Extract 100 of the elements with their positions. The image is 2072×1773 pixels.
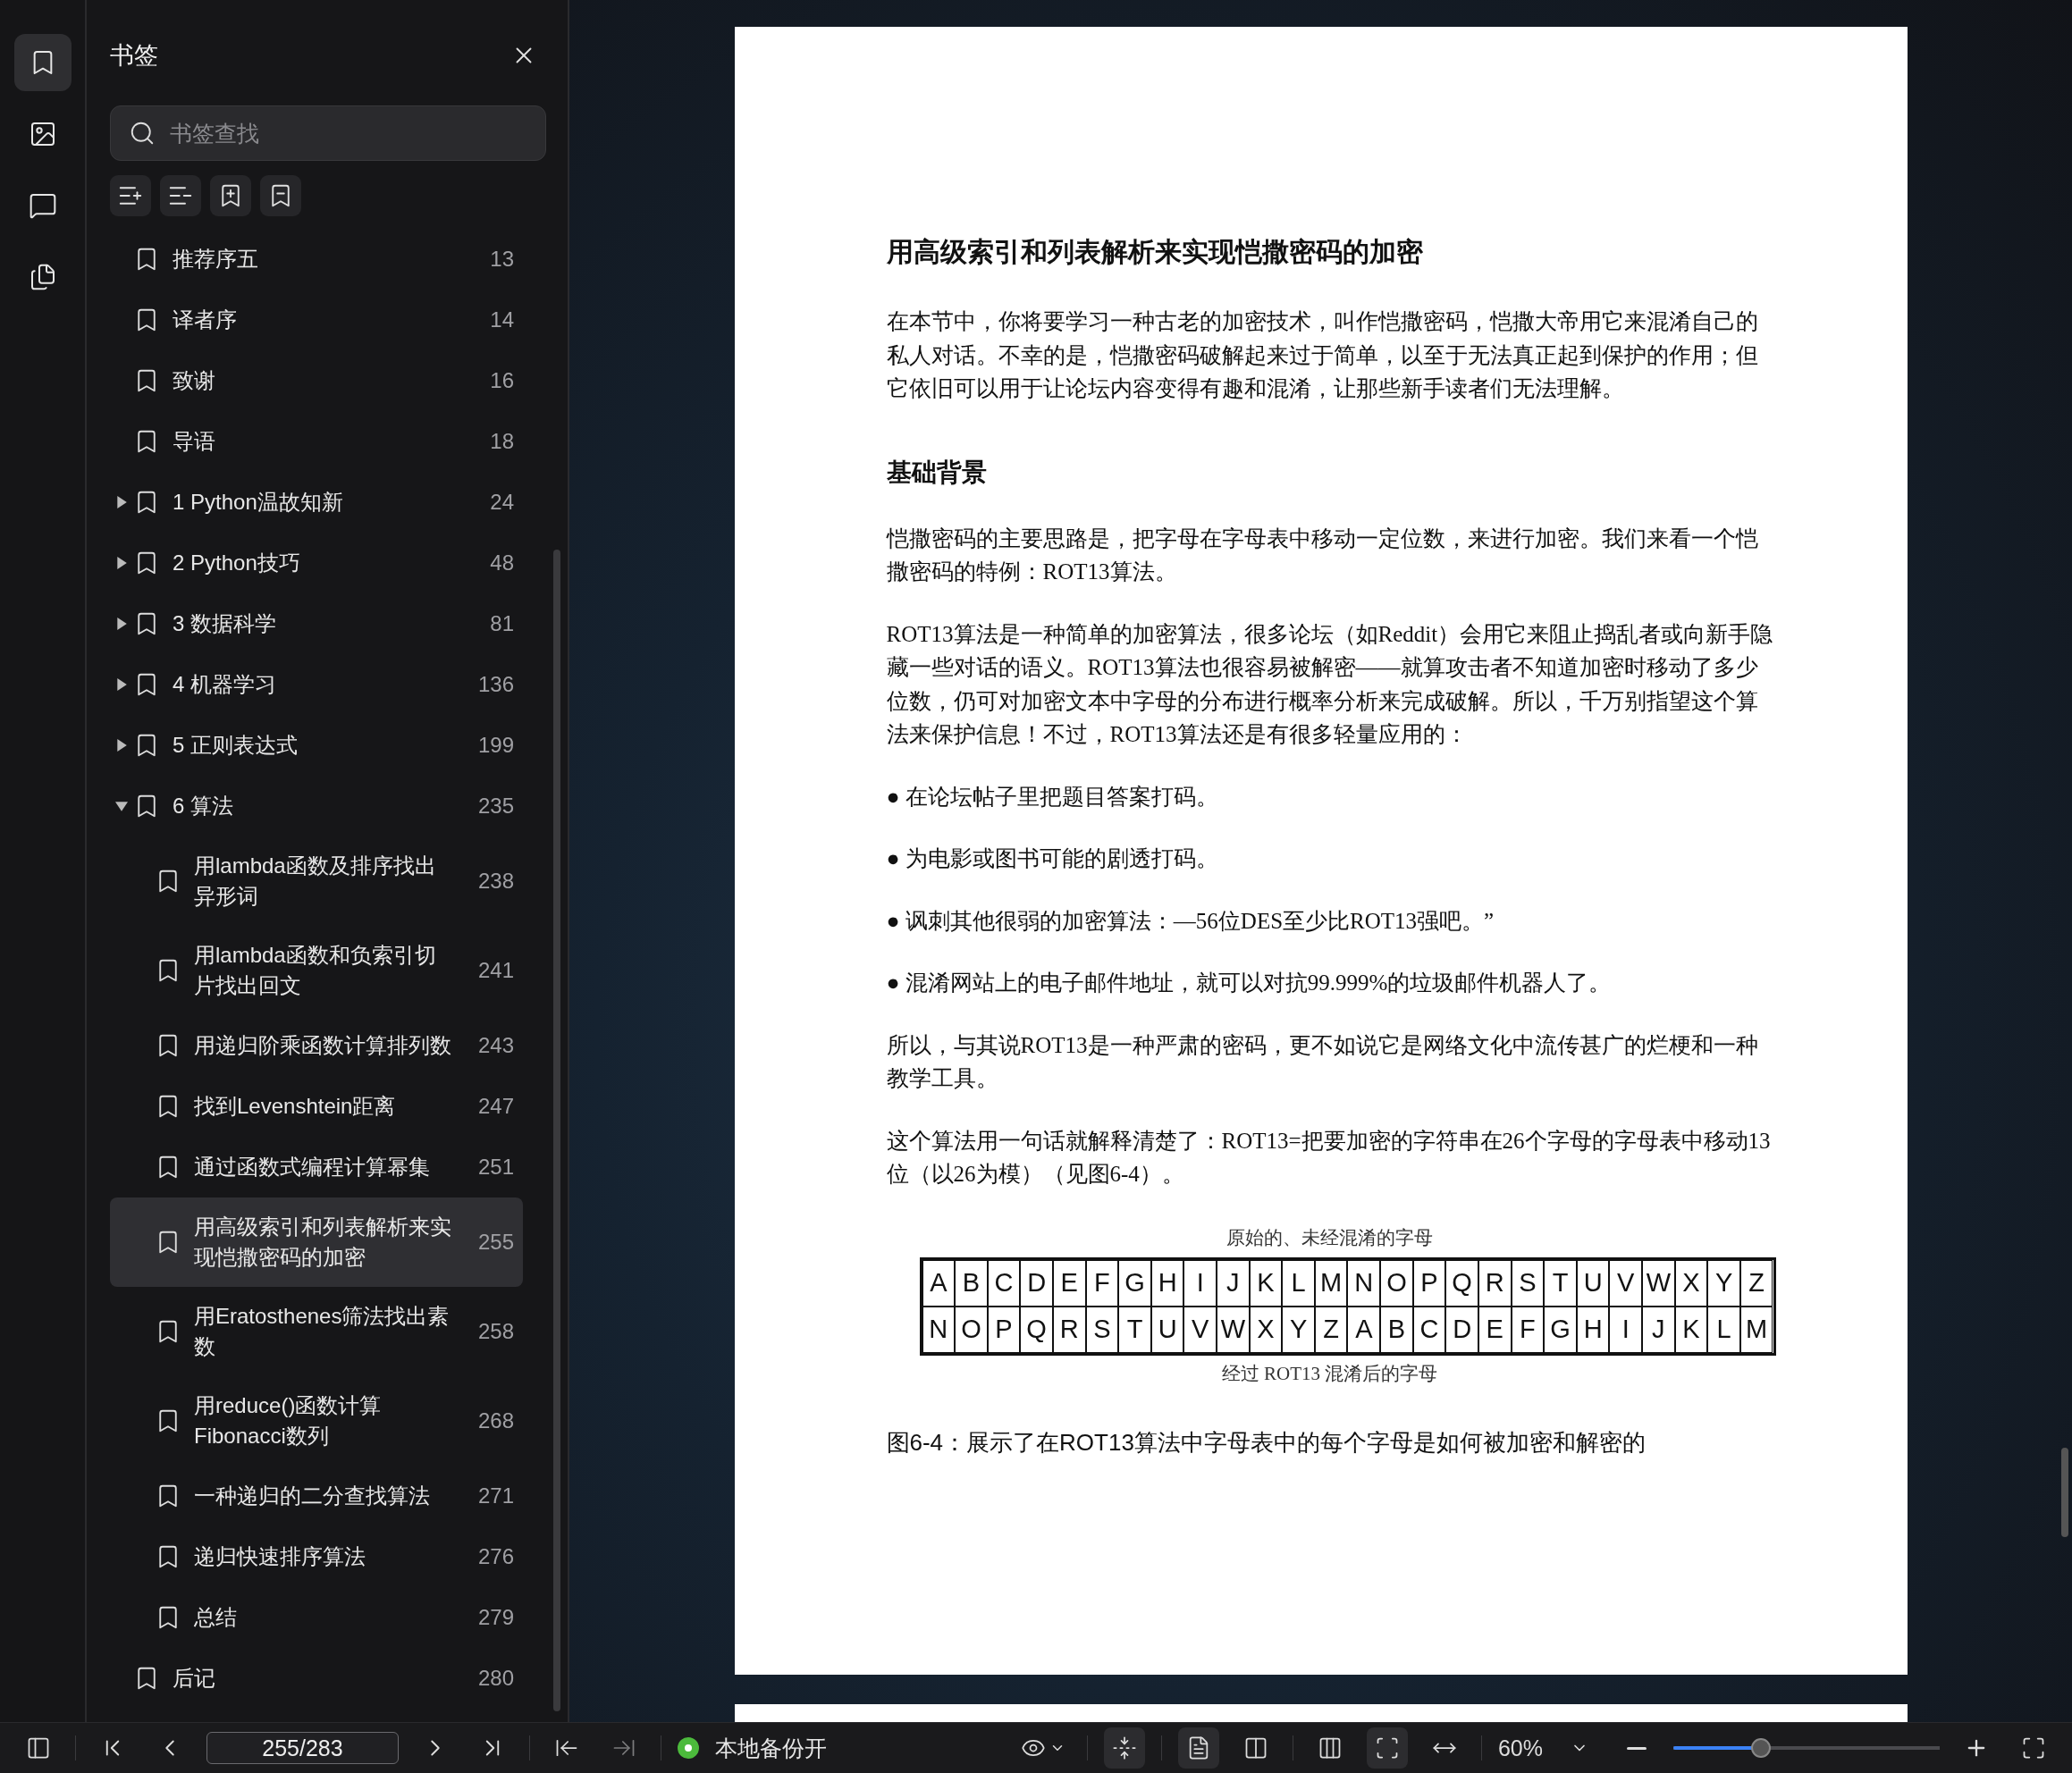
zoom-value: 60% [1497, 1735, 1543, 1761]
table-cell: F [1085, 1259, 1119, 1307]
table-cell: K [1674, 1306, 1708, 1353]
paragraph: ● 讽刺其他很弱的加密算法：—56位DES至少比ROT13强吧。” [886, 907, 1495, 935]
table-cell: P [987, 1306, 1021, 1353]
table-cell: J [1217, 1259, 1250, 1307]
search-input[interactable]: 书签查找 [168, 119, 527, 147]
table-cell: X [1249, 1306, 1283, 1353]
page-number: 247 [476, 1094, 514, 1119]
page-number: 255 [476, 1230, 514, 1255]
bookmark-label: 3 数据科学 [173, 610, 277, 637]
table-cell: R [1478, 1259, 1512, 1307]
paragraph: 在本节中，你将要学习一种古老的加密技术，叫作恺撒密码，恺撒大帝用它来混淆自己的私人对话。不幸的是，恺撒密码破解起来过于简单，以至于无法真正起到保护的作用；但它依旧可以用于让论坛内容变得有趣和混淆，让那些新手读者们无法理解。 [886, 308, 1759, 402]
bookmark-item[interactable]: 找到Levenshtein距离 247 [110, 1076, 523, 1137]
table-cell: Y [1282, 1306, 1315, 1353]
bookmark-label: 5 正则表达式 [173, 732, 299, 759]
table-cell: Z [1739, 1259, 1773, 1307]
bookmark-item[interactable]: 用reduce()函数计算Fibonacci数列 268 [110, 1376, 523, 1466]
figure-caption: 图6-4：展示了在ROT13算法中字母表中的每个字母是如何被加密和解密的 [886, 1427, 1647, 1458]
bookmark-label: 用Eratosthenes筛法找出素数 [194, 1303, 451, 1360]
page-number: 199 [476, 733, 514, 758]
bookmark-label: 致谢 [173, 367, 216, 394]
table-cell: J [1642, 1306, 1675, 1353]
table-cell: E [1478, 1306, 1512, 1353]
page-number: 243 [476, 1033, 514, 1058]
bookmark-label: 找到Levenshtein距离 [194, 1093, 397, 1120]
bookmark-item[interactable]: 5 正则表达式 199 [110, 715, 523, 776]
table-cell: H [1150, 1259, 1184, 1307]
page-number: 16 [489, 368, 514, 393]
figure-label: 原始的、未经混淆的字母 [1226, 1225, 1434, 1250]
bookmark-item[interactable]: 通过函数式编程计算幂集 251 [110, 1137, 523, 1197]
bookmark-item[interactable]: 后记 280 [110, 1648, 523, 1709]
panel-title: 书签 [110, 41, 158, 71]
page-number: 280 [476, 1666, 514, 1691]
page-number: 258 [476, 1319, 514, 1344]
bookmark-label: 用lambda函数及排序找出异形词 [194, 853, 437, 910]
bookmark-item[interactable]: 导语 18 [110, 411, 523, 472]
paragraph: ● 混淆网站上的电子邮件地址，就可以对抗99.999%的垃圾邮件机器人了。 [886, 970, 1613, 996]
table-cell: L [1282, 1259, 1315, 1307]
table-cell: K [1249, 1259, 1283, 1307]
page-number: 238 [476, 869, 514, 894]
table-cell: Z [1314, 1306, 1348, 1353]
bookmark-item[interactable]: 推荐序五 13 [110, 229, 523, 290]
table-cell: H [1576, 1306, 1610, 1353]
table-cell: S [1085, 1306, 1119, 1353]
bookmark-item[interactable]: 用递归阶乘函数计算排列数 243 [110, 1015, 523, 1076]
table-cell: O [955, 1306, 988, 1353]
search-field[interactable]: 书签查找 [110, 105, 546, 161]
bookmark-item[interactable]: 用Eratosthenes筛法找出素数 258 [110, 1287, 523, 1376]
bookmark-item[interactable]: 2 Python技巧 48 [110, 533, 523, 593]
page-number: 48 [489, 550, 514, 576]
page-number: 241 [476, 958, 514, 983]
paragraph: 这个算法用一句话就解释清楚了：ROT13=把要加密的字符串在26个字母的字母表中移动13位（以26为模）（见图6-4）。 [886, 1127, 1772, 1188]
bookmark-item[interactable]: 总结 279 [110, 1587, 523, 1648]
bookmark-item[interactable]: 6 算法 235 [110, 776, 523, 836]
bookmark-item[interactable]: 用高级索引和列表解析来实现恺撒密码的加密 255 [110, 1197, 523, 1287]
page-number: 276 [476, 1544, 514, 1569]
bookmark-label: 用lambda函数和负索引切片找出回文 [194, 942, 437, 999]
bookmark-item[interactable]: 致谢 16 [110, 350, 523, 411]
table-cell: X [1674, 1259, 1708, 1307]
table-cell: I [1183, 1259, 1217, 1307]
table-cell: G [1118, 1259, 1151, 1307]
table-cell: U [1576, 1259, 1610, 1307]
table-cell: C [987, 1259, 1021, 1307]
bookmark-label: 导语 [173, 428, 216, 455]
page-number: 18 [489, 429, 514, 454]
bookmark-label: 6 算法 [173, 793, 234, 819]
bookmark-item[interactable]: 1 Python温故知新 24 [110, 472, 523, 533]
table-cell: F [1511, 1306, 1545, 1353]
bookmark-label: 用高级索引和列表解析来实现恺撒密码的加密 [194, 1214, 451, 1271]
bookmark-item[interactable]: 译者序 14 [110, 290, 523, 350]
page-number: 136 [476, 672, 514, 697]
table-cell: Q [1445, 1259, 1478, 1307]
table-cell: B [955, 1259, 988, 1307]
table-cell: E [1052, 1259, 1086, 1307]
table-cell: A [922, 1259, 956, 1307]
bookmark-item[interactable]: 递归快速排序算法 276 [110, 1526, 523, 1587]
table-cell: L [1707, 1306, 1740, 1353]
paragraph: ROT13算法是一种简单的加密算法，很多论坛（如Reddit）会用它来阻止捣乱者或向新手隐藏一些对话的语义。ROT13算法也很容易被解密——就算攻击者不知道加密时移动了多少位数，仍可对加密文本中字母的分布进行概率分析来完成破解。所以，千万别指望这个算法来保护信息！不过，ROT13算法还是有很多轻量应用的： [886, 620, 1773, 748]
table-cell: O [1380, 1259, 1413, 1307]
bookmark-label: 推荐序五 [173, 246, 259, 273]
table-cell: G [1544, 1306, 1577, 1353]
table-cell: I [1609, 1306, 1643, 1353]
table-cell: D [1020, 1259, 1053, 1307]
bookmark-label: 后记 [173, 1665, 216, 1692]
bookmark-item[interactable]: 4 机器学习 136 [110, 654, 523, 715]
table-cell: D [1445, 1306, 1478, 1353]
bookmark-item[interactable]: 用lambda函数和负索引切片找出回文 241 [110, 926, 523, 1015]
table-cell: T [1544, 1259, 1577, 1307]
table-cell: W [1642, 1259, 1675, 1307]
page-number-field[interactable]: 255/283 [206, 1732, 399, 1764]
table-cell: Q [1020, 1306, 1053, 1353]
paragraph: 所以，与其说ROT13是一种严肃的密码，更不如说它是网络文化中流传甚广的烂梗和一种教学工具。 [886, 1031, 1759, 1092]
bookmark-item[interactable]: 3 数据科学 81 [110, 593, 523, 654]
table-cell: N [922, 1306, 956, 1353]
section-title: 用高级索引和列表解析来实现恺撒密码的加密 [886, 236, 1424, 268]
table-cell: V [1183, 1306, 1217, 1353]
bookmark-item[interactable]: 用lambda函数及排序找出异形词 238 [110, 836, 523, 926]
bookmark-item[interactable]: 一种递归的二分查找算法 271 [110, 1466, 523, 1526]
bookmark-label: 用reduce()函数计算Fibonacci数列 [194, 1392, 383, 1449]
